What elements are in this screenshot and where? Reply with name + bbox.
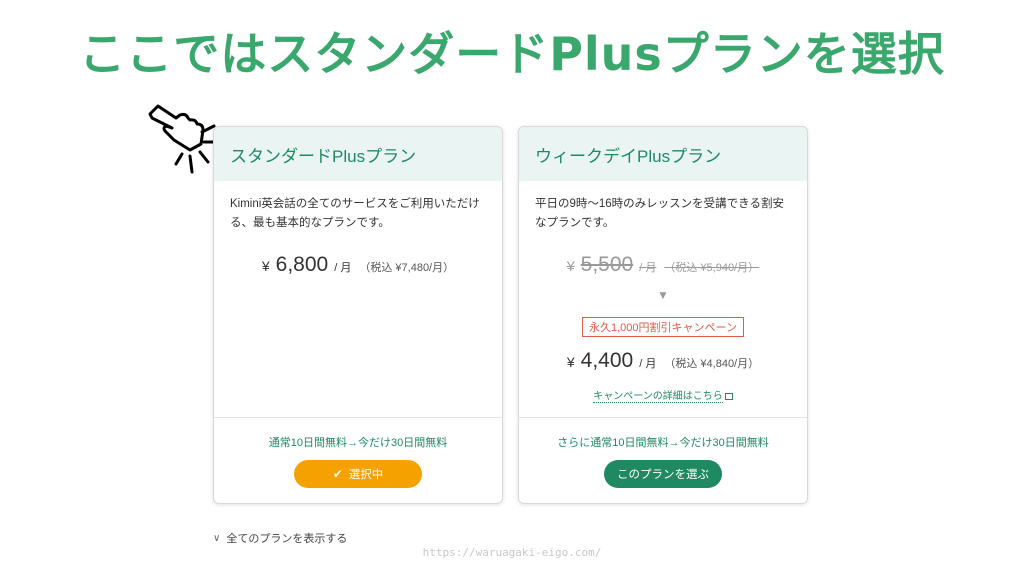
headline: ここではスタンダードPlusプランを選択 <box>79 27 945 81</box>
show-all-plans-label: 全てのプランを表示する <box>226 533 348 545</box>
chevron-down-icon: ∨ <box>213 532 221 544</box>
price-unit: / 月 <box>334 262 352 274</box>
plan-title: スタンダードPlusプラン <box>214 127 502 181</box>
button-label: 選択中 <box>348 469 384 481</box>
price-tax: （税込 ¥7,480/月） <box>359 262 455 274</box>
plan-card-standard-plus[interactable]: スタンダードPlusプラン Kimini英会話の全てのサービスをご利用いただける… <box>213 126 503 504</box>
down-arrow-icon: ▼ <box>659 291 667 301</box>
trial-info: 通常10日間無料→今だけ30日間無料 <box>268 437 448 449</box>
plan-description: Kimini英会話の全てのサービスをご利用いただける、最も基本的なプランです。 <box>230 198 480 229</box>
price-tax: （税込 ¥4,840/月） <box>664 358 760 370</box>
currency-symbol: ¥ <box>566 258 575 274</box>
price-tax: （税込 ¥5,940/月） <box>664 262 760 274</box>
original-price: ¥5,500 / 月 （税込 ¥5,940/月） <box>519 253 807 277</box>
plan-card-weekday-plus[interactable]: ウィークデイPlusプラン 平日の9時〜16時のみレッスンを受講できる割安なプラ… <box>518 126 808 504</box>
trial-info: さらに通常10日間無料→今だけ30日間無料 <box>557 437 769 449</box>
price-amount: 6,800 <box>275 253 329 276</box>
price-unit: / 月 <box>639 262 657 274</box>
price-amount: 5,500 <box>580 253 634 276</box>
plan-footer: さらに通常10日間無料→今だけ30日間無料 このプランを選ぶ <box>519 417 807 503</box>
plan-price: ¥6,800 / 月 （税込 ¥7,480/月） <box>214 253 502 277</box>
price-unit: / 月 <box>639 358 657 370</box>
choose-plan-button[interactable]: このプランを選ぶ <box>604 460 722 488</box>
plan-title: ウィークデイPlusプラン <box>519 127 807 181</box>
campaign-details-link[interactable]: キャンペーンの詳細はこちら <box>519 387 807 403</box>
link-label: キャンペーンの詳細はこちら <box>593 391 723 403</box>
external-link-icon <box>724 392 733 400</box>
plan-footer: 通常10日間無料→今だけ30日間無料 ✔ 選択中 <box>214 417 502 503</box>
plan-price: ¥4,400 / 月 （税込 ¥4,840/月） <box>519 349 807 373</box>
button-label: このプランを選ぶ <box>617 469 709 481</box>
plan-description: 平日の9時〜16時のみレッスンを受講できる割安なプランです。 <box>535 198 784 229</box>
selected-button[interactable]: ✔ 選択中 <box>294 460 422 488</box>
campaign-badge: 永久1,000円割引キャンペーン <box>582 317 744 337</box>
currency-symbol: ¥ <box>566 354 575 370</box>
currency-symbol: ¥ <box>261 258 270 274</box>
price-amount: 4,400 <box>580 349 634 372</box>
show-all-plans-toggle[interactable]: ∨ 全てのプランを表示する <box>213 530 347 546</box>
check-icon: ✔ <box>332 467 343 481</box>
watermark: https://waruagaki-eigo.com/ <box>422 546 602 559</box>
